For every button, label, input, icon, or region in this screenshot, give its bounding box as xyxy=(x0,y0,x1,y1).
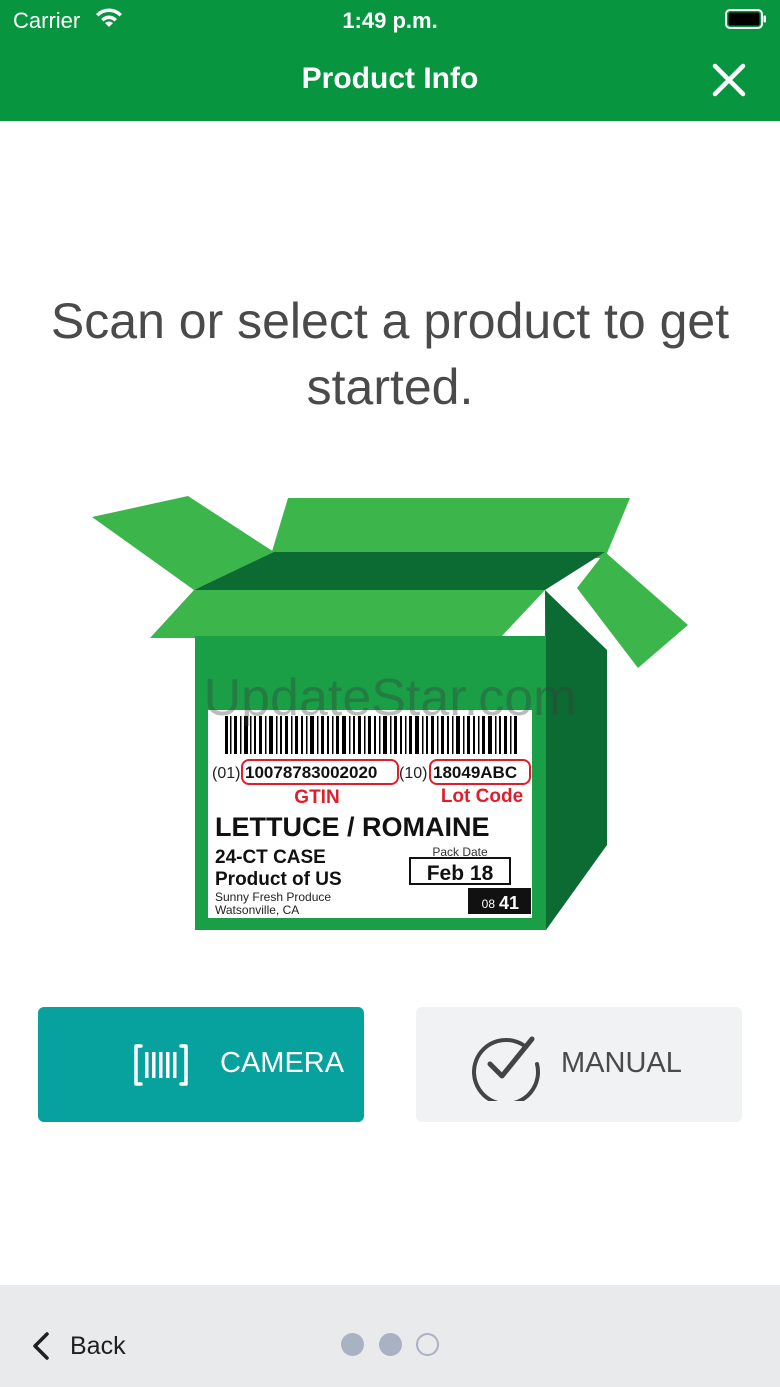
lot-value: 18049ABC xyxy=(433,763,517,782)
status-bar: Carrier 1:49 p.m. xyxy=(0,0,780,40)
nav-title: Product Info xyxy=(301,62,479,95)
case-count: 24-CT CASE xyxy=(215,847,326,868)
gtin-prefix: (01) xyxy=(212,765,240,782)
shipping-label: (01) 10078783002020 (10) 18049ABC GTIN L… xyxy=(208,710,532,918)
clock: 1:49 p.m. xyxy=(342,8,438,33)
check-circle-icon xyxy=(472,1036,540,1101)
chevron-left-icon xyxy=(33,1332,49,1360)
manual-button-label: MANUAL xyxy=(561,1047,682,1079)
product-box-illustration: (01) 10078783002020 (10) 18049ABC GTIN L… xyxy=(92,496,688,930)
manual-button[interactable]: MANUAL xyxy=(416,1007,742,1122)
voice-pick-small: 08 xyxy=(482,897,496,911)
back-button-label: Back xyxy=(70,1332,126,1360)
page-dot-3 xyxy=(416,1333,439,1356)
company-name: Sunny Fresh Produce xyxy=(215,890,331,904)
page-dot-1 xyxy=(341,1333,364,1356)
camera-button[interactable]: CAMERA xyxy=(38,1007,364,1122)
nav-bar: Carrier 1:49 p.m. Product Info xyxy=(0,0,780,121)
pack-date: Feb 18 xyxy=(427,862,494,885)
close-icon[interactable] xyxy=(708,59,750,101)
lot-caption: Lot Code xyxy=(441,786,523,807)
instruction-heading: Scan or select a product to get started. xyxy=(50,293,730,415)
barcode-scan-icon xyxy=(134,1044,188,1086)
back-button[interactable]: Back xyxy=(30,1325,140,1367)
company-location: Watsonville, CA xyxy=(215,903,299,917)
origin: Product of US xyxy=(215,869,342,890)
page-indicator xyxy=(340,1333,440,1357)
voice-pick-large: 41 xyxy=(499,893,519,913)
lot-prefix: (10) xyxy=(399,765,427,782)
battery-icon xyxy=(725,9,766,29)
product-name: LETTUCE / ROMAINE xyxy=(215,812,490,842)
pack-date-caption: Pack Date xyxy=(432,845,488,859)
gtin-caption: GTIN xyxy=(294,787,339,808)
page-dot-2 xyxy=(379,1333,402,1356)
camera-button-label: CAMERA xyxy=(220,1047,345,1079)
bottom-bar: Back xyxy=(0,1285,780,1387)
gtin-value: 10078783002020 xyxy=(245,763,377,782)
product-info-screen: Carrier 1:49 p.m. Product Info Scan or s… xyxy=(0,0,780,1387)
